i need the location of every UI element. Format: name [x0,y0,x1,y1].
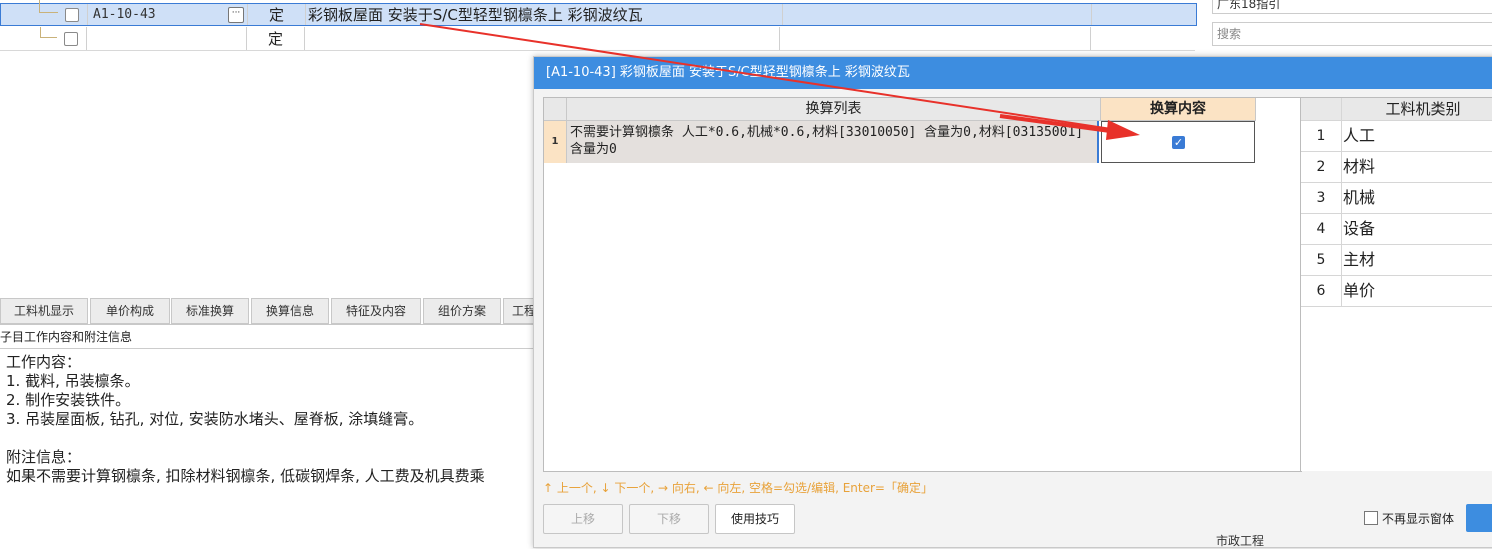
move-up-button[interactable]: 上移 [543,504,623,534]
work-content-line: 工作内容： [6,353,82,371]
bottom-right-item[interactable]: 市政工程 [1216,532,1264,549]
empty-cell [780,4,1092,25]
conversion-text[interactable]: 不需要计算钢檩条 人工*0.6,机械*0.6,材料[33010050] 含量为0… [567,121,1099,163]
type-cell: 定 [248,4,306,25]
name-cell[interactable]: 彩钢板屋面 安装于S/C型轻型钢檩条上 彩钢波纹瓦 [306,4,783,25]
table-row[interactable]: 定 [0,27,1195,51]
tab-standard-conversion[interactable]: 标准换算 [171,298,249,324]
category-row[interactable]: 5 主材 [1301,245,1492,276]
name-cell[interactable] [305,27,780,50]
corner-header [1301,98,1342,120]
work-content-panel: 工作内容： 1. 截料, 吊装檩条。 2. 制作安装铁件。 3. 吊装屋面板, … [0,348,540,549]
code-text: A1-10-43 [93,7,156,22]
col-conversion-content: 换算内容 [1101,98,1256,121]
category-num: 5 [1301,245,1342,275]
tab-unit-price[interactable]: 单价构成 [90,298,170,324]
table-row[interactable]: A1-10-43 ··· 定 彩钢板屋面 安装于S/C型轻型钢檩条上 彩钢波纹瓦 [0,0,1197,26]
tab-labor-material-machine[interactable]: 工料机显示 [0,298,88,324]
category-name: 主材 [1343,250,1376,269]
conversion-checkbox[interactable]: ✓ [1172,136,1185,149]
region-field[interactable]: 广东18指引 [1212,0,1492,14]
work-content-line: 2. 制作安装铁件。 [6,391,131,409]
category-header-row: 工料机类别 [1301,98,1492,121]
keyboard-hint: ↑ 上一个, ↓ 下一个, → 向右, ← 向左, 空格=勾选/编辑, Ente… [543,481,933,495]
category-num: 4 [1301,214,1342,244]
category-num: 6 [1301,276,1342,306]
note-title: 附注信息： [6,448,82,466]
category-row[interactable]: 6 单价 [1301,276,1492,307]
category-num: 3 [1301,183,1342,213]
row-number: 1 [544,121,567,163]
row-checkbox[interactable] [65,7,79,22]
tab-pricing-plan[interactable]: 组价方案 [423,298,501,324]
conversion-content-cell[interactable]: ✓ [1101,121,1255,163]
category-name: 机械 [1343,188,1376,207]
search-input[interactable]: 搜索 [1212,22,1492,46]
code-cell[interactable] [86,27,247,50]
category-name: 人工 [1343,126,1376,145]
col-conversion-list: 换算列表 [567,98,1101,121]
no-show-label: 不再显示窗体 [1382,512,1455,526]
no-show-checkbox[interactable] [1364,511,1378,525]
category-name: 材料 [1343,157,1376,176]
table-row[interactable]: 1 不需要计算钢檩条 人工*0.6,机械*0.6,材料[33010050] 含量… [544,121,1255,163]
work-content-line: 1. 截料, 吊装檩条。 [6,372,140,390]
note-text: 如果不需要计算钢檩条, 扣除材料钢檩条, 低碳钢焊条, 人工费及机具费乘 [6,467,485,485]
tab-features[interactable]: 特征及内容 [331,298,421,324]
code-cell[interactable]: A1-10-43 ··· [87,4,248,25]
category-num: 2 [1301,152,1342,182]
category-row[interactable]: 1 人工 [1301,121,1492,152]
empty-cell [779,27,1091,50]
work-content-line: 3. 吊装屋面板, 钻孔, 对位, 安装防水堵头、屋脊板, 涂填缝膏。 [6,410,424,428]
category-grid: 工料机类别 1 人工 2 材料 3 机械 4 设备 5 主材 6 单价 [1300,97,1492,471]
conversion-dialog: [A1-10-43] 彩钢板屋面 安装于S/C型轻型钢檩条上 彩钢波纹瓦 换算列… [533,56,1492,548]
more-icon[interactable]: ··· [228,7,244,23]
confirm-button[interactable] [1466,504,1492,532]
bottom-tab-bar: 工料机显示 单价构成 标准换算 换算信息 特征及内容 组价方案 工程 [0,298,545,325]
category-name: 单价 [1343,281,1376,300]
type-cell: 定 [247,27,305,50]
category-row[interactable]: 4 设备 [1301,214,1492,245]
tab-conversion-info[interactable]: 换算信息 [251,298,329,324]
row-checkbox[interactable] [64,31,78,46]
category-row[interactable]: 3 机械 [1301,183,1492,214]
conversion-list-grid: 换算列表 换算内容 1 不需要计算钢檩条 人工*0.6,机械*0.6,材料[33… [543,97,1302,472]
usage-tips-button[interactable]: 使用技巧 [715,504,795,534]
category-header: 工料机类别 [1385,100,1461,118]
category-num: 1 [1301,121,1342,151]
category-name: 设备 [1343,219,1376,238]
section-title: 子目工作内容和附注信息 [0,330,133,344]
right-panel-top: 广东18指引 搜索 [1208,0,1492,50]
category-row[interactable]: 2 材料 [1301,152,1492,183]
dialog-title: [A1-10-43] 彩钢板屋面 安装于S/C型轻型钢檩条上 彩钢波纹瓦 [534,57,1492,89]
corner-header [544,98,567,121]
move-down-button[interactable]: 下移 [629,504,709,534]
